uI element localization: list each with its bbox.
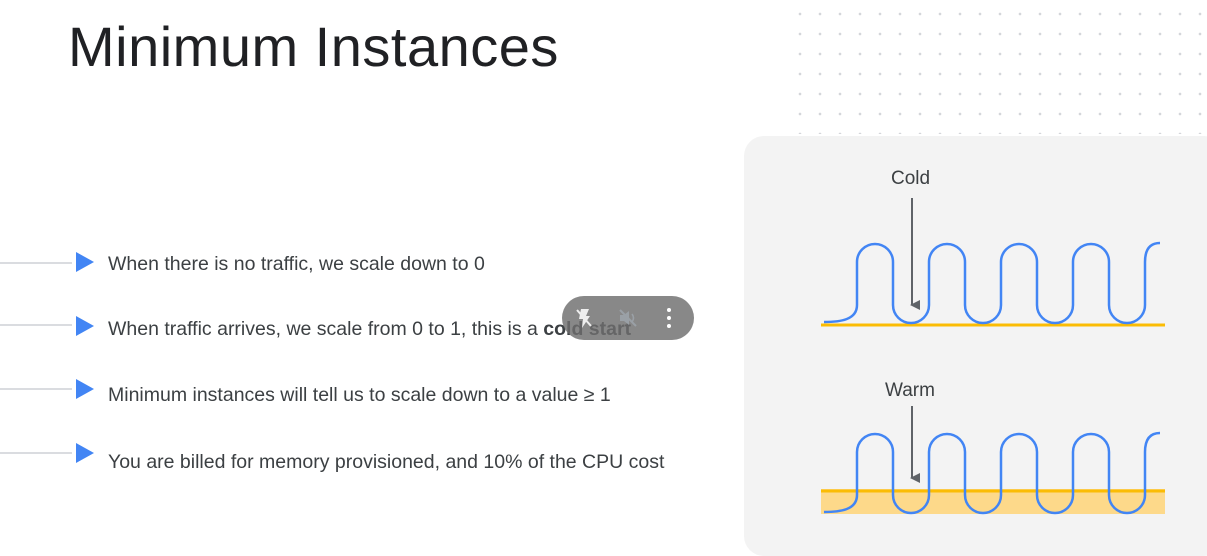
volume-off-icon <box>619 309 637 327</box>
cold-wave <box>823 241 1161 325</box>
mute-button[interactable] <box>614 304 642 332</box>
scaling-diagram <box>821 198 1165 515</box>
more-vertical-icon[interactable] <box>666 308 672 328</box>
cold-diagram <box>821 198 1165 327</box>
warm-diagram <box>821 406 1165 515</box>
flash-off-icon <box>576 309 592 328</box>
player-controls-pill <box>562 296 694 340</box>
flash-off-button[interactable] <box>570 304 598 332</box>
